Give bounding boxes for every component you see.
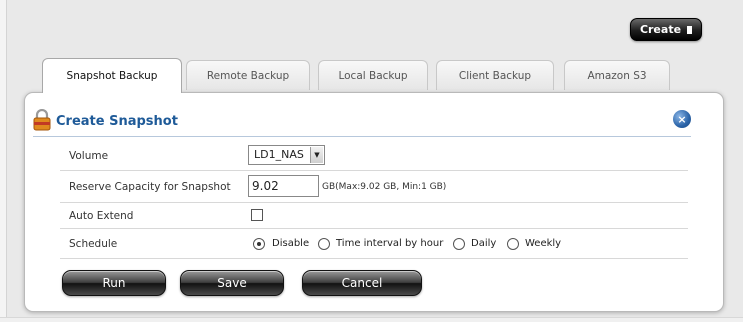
tab-local-backup[interactable]: Local Backup — [318, 60, 428, 90]
run-button-label: Run — [102, 276, 126, 290]
schedule-label: Schedule — [69, 238, 118, 250]
window-frame-left — [0, 0, 7, 321]
tab-remote-backup[interactable]: Remote Backup — [186, 60, 310, 90]
cancel-button[interactable]: Cancel — [302, 270, 422, 296]
close-icon[interactable]: × — [673, 110, 691, 128]
cancel-button-label: Cancel — [341, 276, 383, 290]
create-button-label: Create — [639, 23, 682, 36]
schedule-radio-daily[interactable] — [453, 238, 465, 250]
schedule-radio-label: Daily — [471, 238, 497, 249]
run-button[interactable]: Run — [62, 270, 166, 296]
tab-label: Client Backup — [458, 69, 532, 82]
reserve-label: Reserve Capacity for Snapshot — [69, 181, 231, 193]
tab-client-backup[interactable]: Client Backup — [436, 60, 554, 90]
tab-snapshot-backup[interactable]: Snapshot Backup — [42, 58, 182, 93]
reserve-hint: GB(Max:9.02 GB, Min:1 GB) — [322, 182, 447, 192]
create-icon — [687, 25, 693, 34]
panel-title: Create Snapshot — [56, 114, 178, 129]
save-button-label: Save — [217, 276, 247, 290]
reserve-capacity-input[interactable]: 9.02 — [248, 175, 319, 197]
auto-extend-row — [60, 202, 688, 229]
tab-label: Remote Backup — [206, 69, 290, 82]
auto-extend-label: Auto Extend — [69, 210, 134, 222]
tab-label: Amazon S3 — [587, 69, 647, 82]
chevron-down-icon: ▼ — [310, 147, 323, 163]
title-divider — [33, 136, 691, 137]
auto-extend-checkbox[interactable] — [251, 209, 263, 221]
volume-label: Volume — [69, 150, 109, 162]
volume-row — [60, 140, 688, 171]
schedule-radio-weekly[interactable] — [507, 238, 519, 250]
tab-label: Snapshot Backup — [66, 70, 158, 82]
schedule-radio-hourly[interactable] — [318, 238, 330, 250]
window-frame-bottom — [0, 317, 743, 322]
tab-amazon-s3[interactable]: Amazon S3 — [564, 60, 670, 90]
schedule-radio-disable[interactable] — [253, 238, 265, 250]
create-button[interactable]: Create — [630, 18, 702, 41]
volume-select-value: LD1_NAS — [254, 148, 304, 161]
lock-icon — [33, 108, 51, 134]
tab-label: Local Backup — [338, 69, 408, 82]
schedule-radio-label: Disable — [272, 238, 310, 249]
schedule-radio-label: Time interval by hour — [336, 238, 444, 249]
schedule-radio-label: Weekly — [525, 238, 562, 249]
save-button[interactable]: Save — [180, 270, 284, 296]
volume-select[interactable]: LD1_NAS ▼ — [248, 145, 325, 165]
